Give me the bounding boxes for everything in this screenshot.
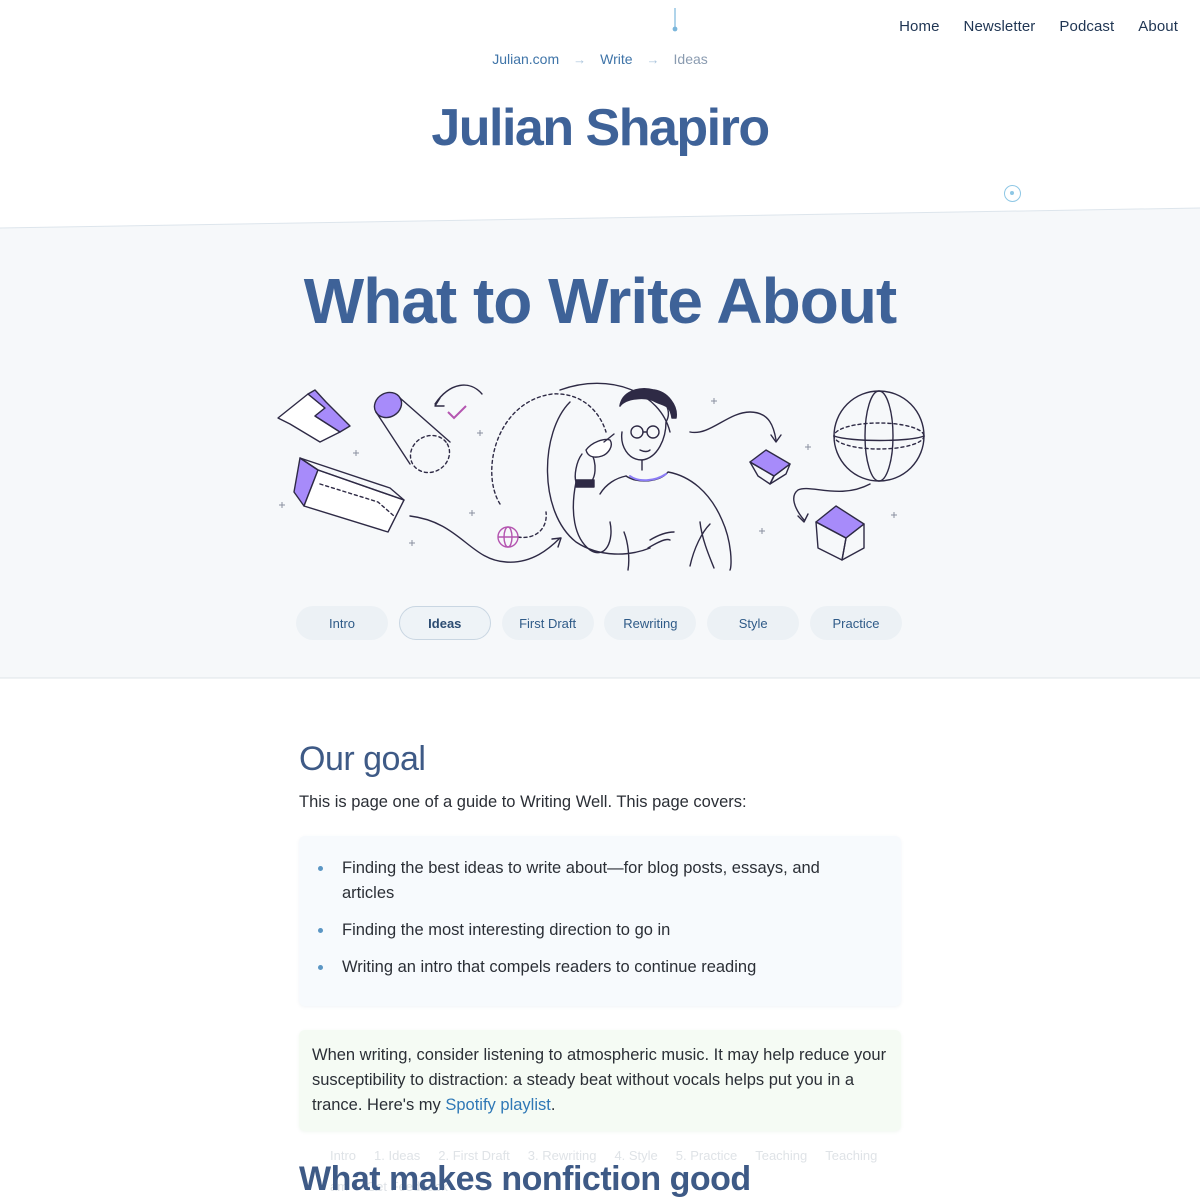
ghost-nav-item[interactable]: Teaching xyxy=(755,1148,807,1163)
nav-newsletter[interactable]: Newsletter xyxy=(964,18,1036,35)
target-dot-icon xyxy=(1004,185,1021,202)
page-title: What to Write About xyxy=(303,265,897,337)
tab-intro[interactable]: Intro xyxy=(296,606,388,640)
list-item: Finding the most interesting direction t… xyxy=(318,918,861,943)
tab-first-draft[interactable]: First Draft xyxy=(501,606,594,640)
tip-end: . xyxy=(550,1096,556,1114)
breadcrumb-current: Ideas xyxy=(673,51,708,67)
top-nav: Home Newsletter Podcast About xyxy=(899,18,1178,35)
breadcrumb-arrow-icon: → xyxy=(573,51,587,67)
spotify-playlist-link[interactable]: Spotify playlist xyxy=(445,1096,550,1114)
nav-podcast[interactable]: Podcast xyxy=(1059,18,1114,35)
breadcrumb-arrow-icon: → xyxy=(646,51,660,67)
tip-text: When writing, consider listening to atmo… xyxy=(312,1046,887,1114)
nav-about[interactable]: About xyxy=(1138,18,1178,35)
nav-home[interactable]: Home xyxy=(899,18,939,35)
tab-style[interactable]: Style xyxy=(707,606,800,640)
tab-rewriting[interactable]: Rewriting xyxy=(604,606,697,640)
drip-icon xyxy=(672,8,678,32)
breadcrumb-section[interactable]: Write xyxy=(600,51,632,67)
covers-list-card: Finding the best ideas to write about—fo… xyxy=(299,836,901,1006)
intro-text: This is page one of a guide to Writing W… xyxy=(299,793,747,811)
writing-illustration xyxy=(277,382,925,571)
list-item: Writing an intro that compels readers to… xyxy=(318,955,861,980)
goal-heading: Our goal xyxy=(299,740,426,778)
article-content: Our goal This is page one of a guide to … xyxy=(299,740,901,1131)
site-title[interactable]: Julian Shapiro xyxy=(0,98,1200,158)
music-tip-callout: When writing, consider listening to atmo… xyxy=(299,1030,901,1131)
ghost-nav-item[interactable]: Teaching xyxy=(825,1148,877,1163)
list-item: Finding the best ideas to write about—fo… xyxy=(318,856,861,906)
tab-ideas[interactable]: Ideas xyxy=(398,606,491,640)
breadcrumb: Julian.com → Write → Ideas xyxy=(0,51,1200,67)
breadcrumb-root[interactable]: Julian.com xyxy=(492,51,559,67)
nonfiction-heading: What makes nonfiction good xyxy=(299,1160,751,1198)
guide-tabs: Intro Ideas First Draft Rewriting Style … xyxy=(296,606,902,640)
tab-practice[interactable]: Practice xyxy=(809,606,902,640)
